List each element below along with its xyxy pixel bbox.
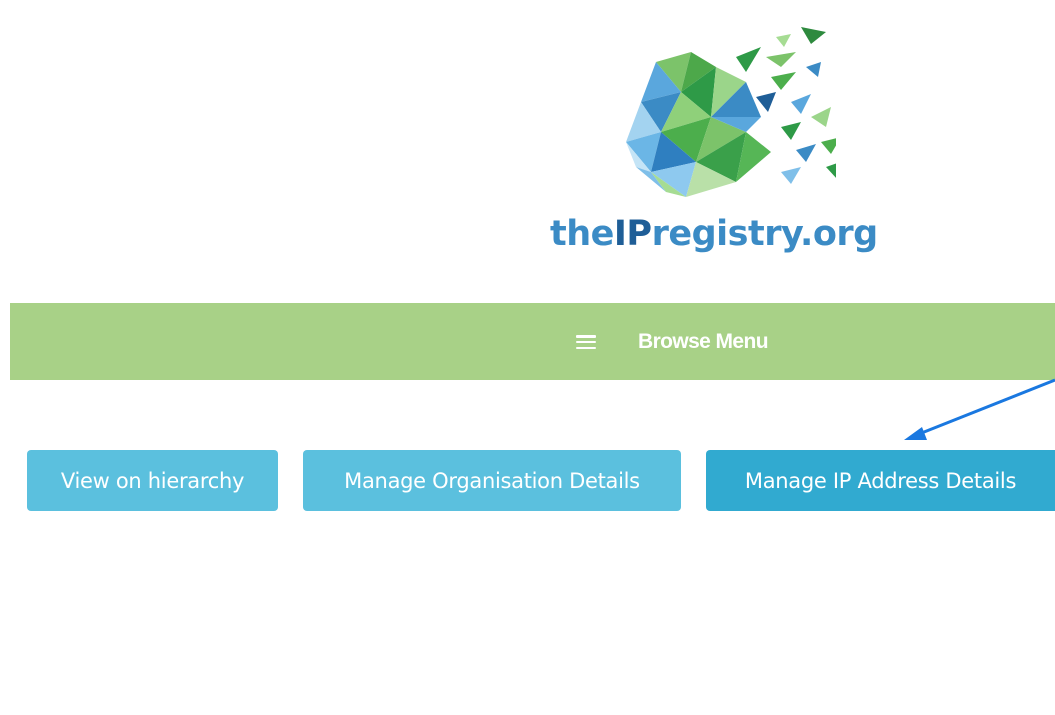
browse-menu-toggle[interactable]: Browse Menu xyxy=(576,328,769,356)
manage-organisation-details-button[interactable]: Manage Organisation Details xyxy=(303,450,681,511)
logo-wordmark: theIPregistry.org xyxy=(550,214,878,254)
logo-text-prefix: the xyxy=(550,214,614,254)
logo-text-strong: IP xyxy=(613,214,652,254)
browse-menu-bar: Browse Menu xyxy=(10,303,1055,380)
logo-text-suffix: registry.org xyxy=(651,214,879,254)
polygon-globe-icon xyxy=(626,27,836,197)
browse-menu-label: Browse Menu xyxy=(638,330,769,353)
annotation-arrow-icon xyxy=(904,378,1055,440)
manage-ip-address-details-button[interactable]: Manage IP Address Details xyxy=(706,450,1055,511)
hamburger-icon xyxy=(576,335,596,349)
site-logo[interactable]: theIPregistry.org xyxy=(548,22,878,262)
page: theIPregistry.org Browse Menu View on hi… xyxy=(0,0,1055,715)
view-on-hierarchy-button[interactable]: View on hierarchy xyxy=(27,450,278,511)
